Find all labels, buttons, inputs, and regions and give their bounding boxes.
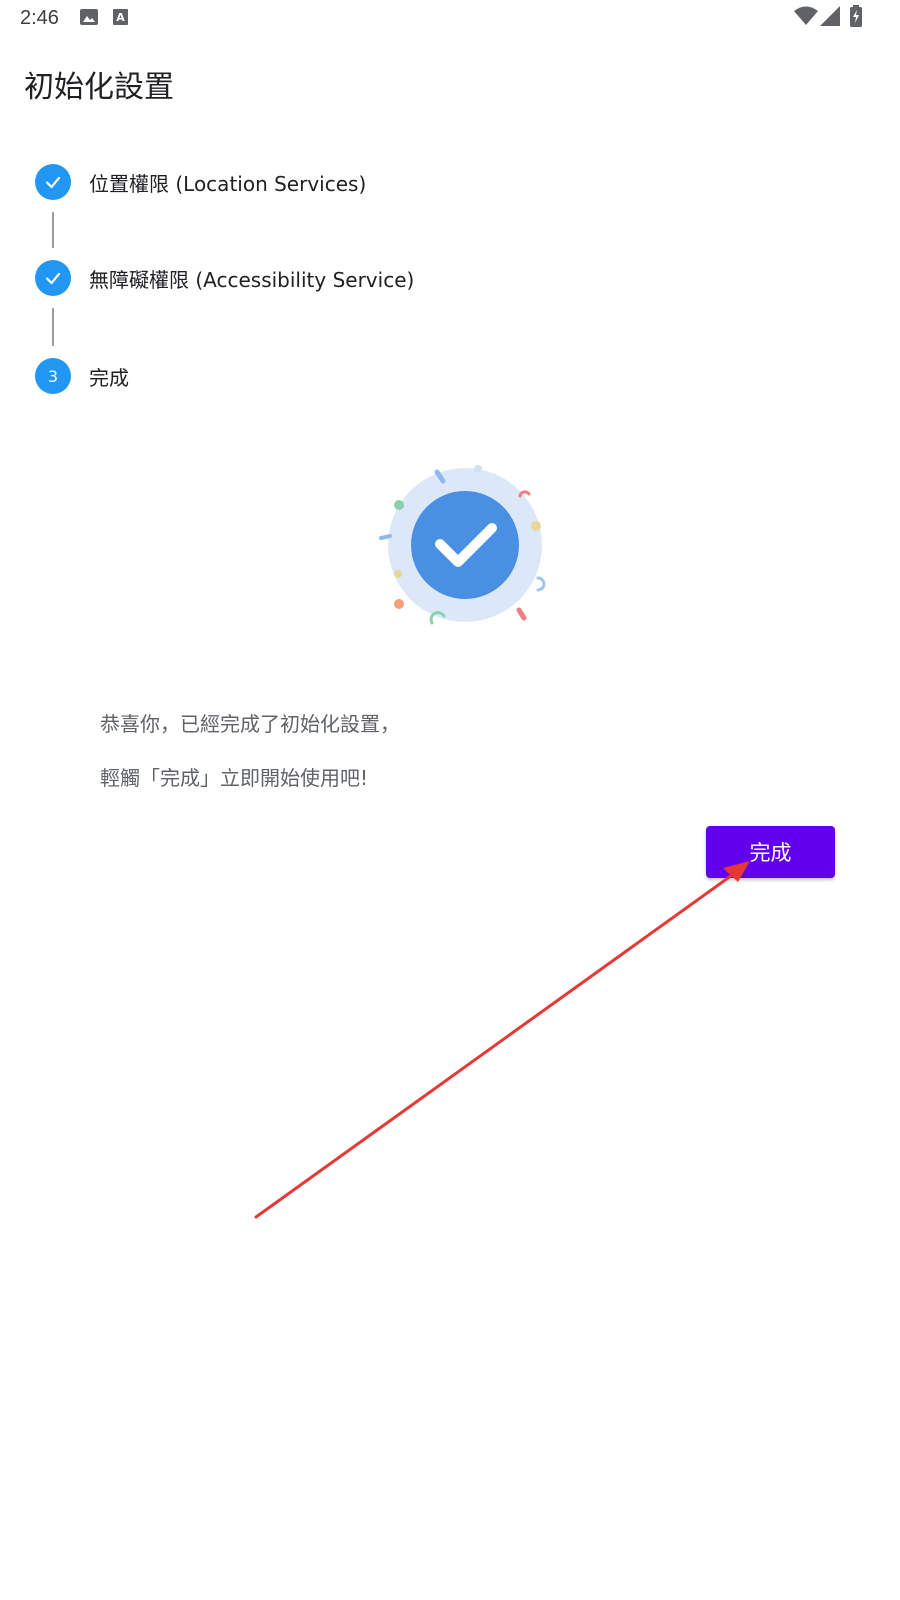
step-location: 位置權限 (Location Services)	[35, 164, 366, 200]
success-check-icon	[379, 465, 546, 625]
step-connector	[52, 308, 54, 346]
success-illustration	[375, 460, 555, 630]
status-bar: 2:46 A	[0, 0, 900, 36]
congrats-message-line1: 恭喜你，已經完成了初始化設置，	[100, 712, 400, 736]
step-label: 完成	[89, 365, 129, 390]
step-label: 無障礙權限 (Accessibility Service)	[89, 267, 415, 292]
step-finish: 3 完成	[35, 358, 129, 394]
image-icon	[80, 8, 98, 30]
font-icon: A	[112, 8, 130, 30]
congrats-message-line2: 輕觸「完成」立即開始使用吧!	[100, 766, 369, 790]
status-time: 2:46	[20, 7, 59, 29]
step-connector	[52, 212, 54, 248]
battery-charging-icon	[850, 5, 862, 31]
page-title: 初始化設置	[24, 70, 174, 105]
signal-icon	[820, 6, 840, 30]
step-completed-check-icon	[35, 260, 71, 296]
step-label: 位置權限 (Location Services)	[89, 171, 367, 196]
svg-text:A: A	[116, 11, 125, 24]
step-completed-check-icon	[35, 164, 71, 200]
done-button[interactable]: 完成	[706, 826, 835, 878]
annotation-arrow	[254, 861, 750, 1219]
wifi-icon	[794, 6, 818, 30]
step-number: 3	[35, 358, 71, 394]
step-accessibility: 無障礙權限 (Accessibility Service)	[35, 260, 414, 296]
